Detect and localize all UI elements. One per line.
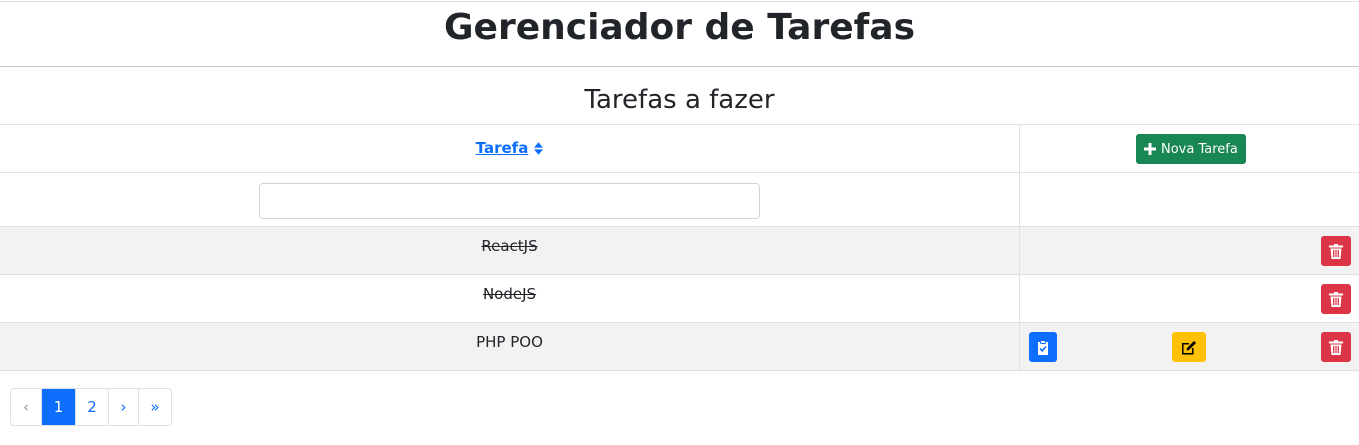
- table-row: ReactJS: [0, 226, 1359, 275]
- complete-task-button[interactable]: [1029, 332, 1057, 362]
- delete-task-button[interactable]: [1321, 332, 1351, 362]
- plus-icon: [1144, 143, 1156, 155]
- actions-column-header: Nova Tarefa: [1019, 124, 1359, 173]
- trash-icon: [1329, 291, 1343, 307]
- task-actions-cell: [1019, 226, 1359, 275]
- filter-actions-cell: [1019, 172, 1359, 227]
- task-actions-cell: [1019, 274, 1359, 323]
- task-cell: NodeJS: [0, 274, 1020, 323]
- tasks-table: Tarefa Nova Tarefa ReactJS NodeJS PHP PO…: [0, 124, 1359, 371]
- page-link-2[interactable]: 2: [75, 389, 108, 425]
- sort-icon: [534, 141, 544, 155]
- trash-icon: [1329, 243, 1343, 259]
- table-row: PHP POO: [0, 322, 1359, 371]
- section-title: Tarefas a fazer: [584, 85, 775, 115]
- task-filter-input[interactable]: [259, 182, 760, 219]
- delete-task-button[interactable]: [1321, 284, 1351, 314]
- task-cell: ReactJS: [0, 226, 1020, 275]
- task-name: PHP POO: [476, 333, 543, 351]
- task-actions-cell: [1019, 322, 1359, 371]
- page-header: Gerenciador de Tarefas: [0, 2, 1359, 66]
- prev-page-link[interactable]: ‹: [11, 389, 41, 425]
- edit-icon: [1182, 340, 1196, 354]
- table-row: NodeJS: [0, 274, 1359, 323]
- clipboard-check-icon: [1038, 339, 1048, 355]
- task-column-header: Tarefa: [0, 124, 1020, 173]
- filter-cell: [0, 172, 1020, 227]
- page-title: Gerenciador de Tarefas: [443, 7, 915, 48]
- pagination: ‹ 1 2 › »: [10, 388, 172, 426]
- filter-row: [0, 172, 1359, 227]
- task-name: ReactJS: [481, 237, 538, 255]
- next-page-link[interactable]: ›: [108, 389, 138, 425]
- sort-by-task-link[interactable]: Tarefa: [476, 139, 544, 157]
- new-task-button[interactable]: Nova Tarefa: [1136, 134, 1246, 164]
- edit-task-button[interactable]: [1172, 332, 1206, 362]
- task-column-label: Tarefa: [475, 139, 529, 157]
- delete-task-button[interactable]: [1321, 236, 1351, 266]
- table-header-row: Tarefa Nova Tarefa: [0, 124, 1359, 173]
- trash-icon: [1329, 339, 1343, 355]
- task-cell: PHP POO: [0, 322, 1020, 371]
- header-divider: [0, 66, 1359, 67]
- task-name: NodeJS: [482, 285, 537, 303]
- last-page-link[interactable]: »: [138, 389, 171, 425]
- page-link-1[interactable]: 1: [41, 389, 75, 425]
- new-task-label: Nova Tarefa: [1161, 141, 1238, 157]
